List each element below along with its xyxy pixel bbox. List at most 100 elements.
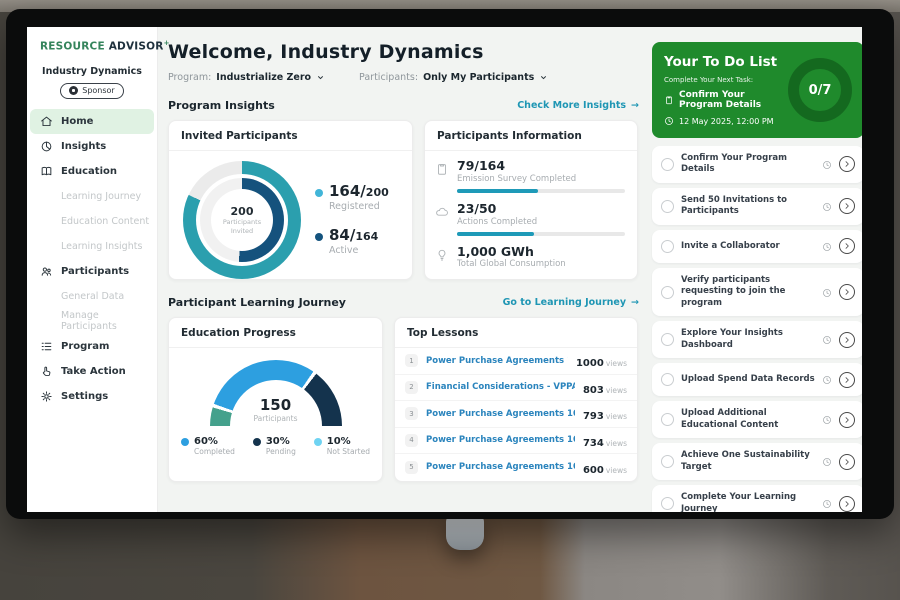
task-row-send-invitations[interactable]: Send 50 Invitations to Participants bbox=[652, 188, 862, 225]
program-dropdown[interactable]: Program: Industrialize Zero bbox=[168, 72, 325, 83]
task-open-button[interactable] bbox=[839, 284, 855, 300]
pending-dot bbox=[253, 438, 261, 446]
participants-dropdown[interactable]: Participants: Only My Participants bbox=[359, 72, 548, 83]
legend-not-started: 10%Not Started bbox=[314, 436, 370, 456]
task-row-achieve-target[interactable]: Achieve One Sustainability Target bbox=[652, 443, 862, 480]
arrow-right-icon: → bbox=[631, 100, 639, 111]
task-checkbox[interactable] bbox=[661, 497, 674, 510]
sidebar-item-education[interactable]: Education bbox=[27, 159, 157, 184]
lesson-rank: 3 bbox=[405, 407, 418, 420]
participants-icon bbox=[40, 265, 53, 278]
task-open-button[interactable] bbox=[839, 454, 855, 470]
task-checkbox[interactable] bbox=[661, 333, 674, 346]
task-checkbox[interactable] bbox=[661, 455, 674, 468]
lesson-link[interactable]: Power Purchase Agreements 101 bbox=[426, 409, 575, 419]
actions-completed-progressbar bbox=[457, 232, 625, 236]
todo-panel: Your To Do List Complete Your Next Task:… bbox=[645, 27, 862, 512]
clock-icon bbox=[822, 237, 832, 256]
todo-next-due: 12 May 2025, 12:00 PM bbox=[664, 116, 788, 126]
sidebar-item-general-data[interactable]: General Data bbox=[27, 284, 157, 309]
task-open-button[interactable] bbox=[839, 372, 855, 388]
sidebar-item-education-content[interactable]: Education Content bbox=[27, 209, 157, 234]
program-dropdown-value: Industrialize Zero bbox=[216, 72, 311, 83]
check-more-insights-link[interactable]: Check More Insights → bbox=[517, 100, 639, 111]
sidebar-item-manage-participants[interactable]: Manage Participants bbox=[27, 309, 157, 334]
lesson-link[interactable]: Power Purchase Agreements 101 bbox=[426, 356, 568, 366]
task-row-verify-participants[interactable]: Verify participants requesting to join t… bbox=[652, 268, 862, 316]
sidebar-item-insights[interactable]: Insights bbox=[27, 134, 157, 159]
sidebar-item-home[interactable]: Home bbox=[30, 109, 154, 134]
task-checkbox[interactable] bbox=[661, 240, 674, 253]
program-insights-header: Program Insights Check More Insights → bbox=[168, 99, 639, 112]
sponsor-badge: Sponsor bbox=[60, 83, 124, 99]
lesson-link[interactable]: Financial Considerations - VPPAs bbox=[426, 382, 575, 392]
task-open-button[interactable] bbox=[839, 156, 855, 172]
participants-dropdown-value: Only My Participants bbox=[423, 72, 534, 83]
sidebar-item-take-action[interactable]: Take Action bbox=[27, 359, 157, 384]
gauge-legend: 60%Completed 30%Pending 10%Not Started bbox=[169, 426, 382, 456]
education-progress-title: Education Progress bbox=[169, 318, 382, 348]
logo-text-primary: RESOURCE bbox=[40, 41, 105, 53]
gauge-center-value: 150 bbox=[210, 396, 342, 414]
lesson-link[interactable]: Power Purchase Agreements 102 bbox=[426, 435, 575, 445]
main-content: Welcome, Industry Dynamics Program: Indu… bbox=[158, 27, 645, 512]
program-dropdown-label: Program: bbox=[168, 72, 211, 83]
org-name: Industry Dynamics bbox=[27, 66, 157, 77]
task-open-button[interactable] bbox=[839, 496, 855, 512]
arrow-right-icon: → bbox=[631, 297, 639, 308]
task-checkbox[interactable] bbox=[661, 413, 674, 426]
chevron-right-icon bbox=[843, 458, 851, 466]
program-insights-title: Program Insights bbox=[168, 99, 275, 112]
task-checkbox[interactable] bbox=[661, 158, 674, 171]
sidebar-item-learning-journey[interactable]: Learning Journey bbox=[27, 184, 157, 209]
go-to-learning-journey-link[interactable]: Go to Learning Journey → bbox=[503, 297, 639, 308]
registered-dot bbox=[315, 189, 323, 197]
task-checkbox[interactable] bbox=[661, 286, 674, 299]
task-open-button[interactable] bbox=[839, 412, 855, 428]
task-checkbox[interactable] bbox=[661, 200, 674, 213]
lesson-rank: 5 bbox=[405, 461, 418, 474]
task-open-button[interactable] bbox=[839, 198, 855, 214]
sidebar-item-program[interactable]: Program bbox=[27, 334, 157, 359]
sidebar-item-label: Education bbox=[61, 166, 117, 177]
chevron-down-icon bbox=[539, 73, 548, 82]
task-row-explore-insights[interactable]: Explore Your Insights Dashboard bbox=[652, 321, 862, 358]
completed-dot bbox=[181, 438, 189, 446]
lesson-link[interactable]: Power Purchase Agreements 103 bbox=[426, 462, 575, 472]
task-checkbox[interactable] bbox=[661, 373, 674, 386]
chevron-right-icon bbox=[843, 416, 851, 424]
take-action-icon bbox=[40, 365, 53, 378]
task-row-upload-educational-content[interactable]: Upload Additional Educational Content bbox=[652, 401, 862, 438]
todo-title: Your To Do List bbox=[664, 54, 788, 70]
lesson-row: 4 Power Purchase Agreements 102 734views bbox=[395, 428, 637, 455]
chevron-right-icon bbox=[843, 160, 851, 168]
insights-icon bbox=[40, 140, 53, 153]
clipboard-icon bbox=[435, 162, 449, 176]
consumption-row: 1,000 GWh Total Global Consumption bbox=[435, 245, 625, 270]
invited-participants-donut: 200 ParticipantsInvited bbox=[183, 161, 301, 279]
task-row-invite-collaborator[interactable]: Invite a Collaborator bbox=[652, 230, 862, 263]
donut-center-label: ParticipantsInvited bbox=[223, 218, 261, 236]
task-row-complete-learning-journey[interactable]: Complete Your Learning Journey bbox=[652, 485, 862, 512]
task-list: Confirm Your Program Details Send 50 Inv… bbox=[652, 146, 862, 512]
donut-legend: 164/200 Registered 84/164 Active bbox=[315, 184, 389, 256]
task-open-button[interactable] bbox=[839, 238, 855, 254]
lesson-rank: 4 bbox=[405, 434, 418, 447]
task-row-upload-spend-data[interactable]: Upload Spend Data Records bbox=[652, 363, 862, 396]
todo-progress-ring: 0/7 bbox=[788, 58, 852, 122]
task-row-confirm-program[interactable]: Confirm Your Program Details bbox=[652, 146, 862, 183]
sidebar-item-settings[interactable]: Settings bbox=[27, 384, 157, 409]
clock-icon bbox=[822, 330, 832, 349]
lesson-row: 1 Power Purchase Agreements 101 1000view… bbox=[395, 348, 637, 375]
not-started-dot bbox=[314, 438, 322, 446]
sidebar-item-label: Settings bbox=[61, 391, 108, 402]
sidebar-item-learning-insights[interactable]: Learning Insights bbox=[27, 234, 157, 259]
sidebar-item-participants[interactable]: Participants bbox=[27, 259, 157, 284]
legend-active: 84/164 Active bbox=[315, 228, 389, 256]
monitor-stand bbox=[446, 514, 484, 550]
monitor-bezel: RESOURCE ADVISOR+ Industry Dynamics Spon… bbox=[6, 9, 894, 519]
task-open-button[interactable] bbox=[839, 332, 855, 348]
todo-next-task: Confirm Your Program Details bbox=[664, 90, 788, 110]
chevron-right-icon bbox=[843, 376, 851, 384]
clock-icon bbox=[822, 197, 832, 216]
